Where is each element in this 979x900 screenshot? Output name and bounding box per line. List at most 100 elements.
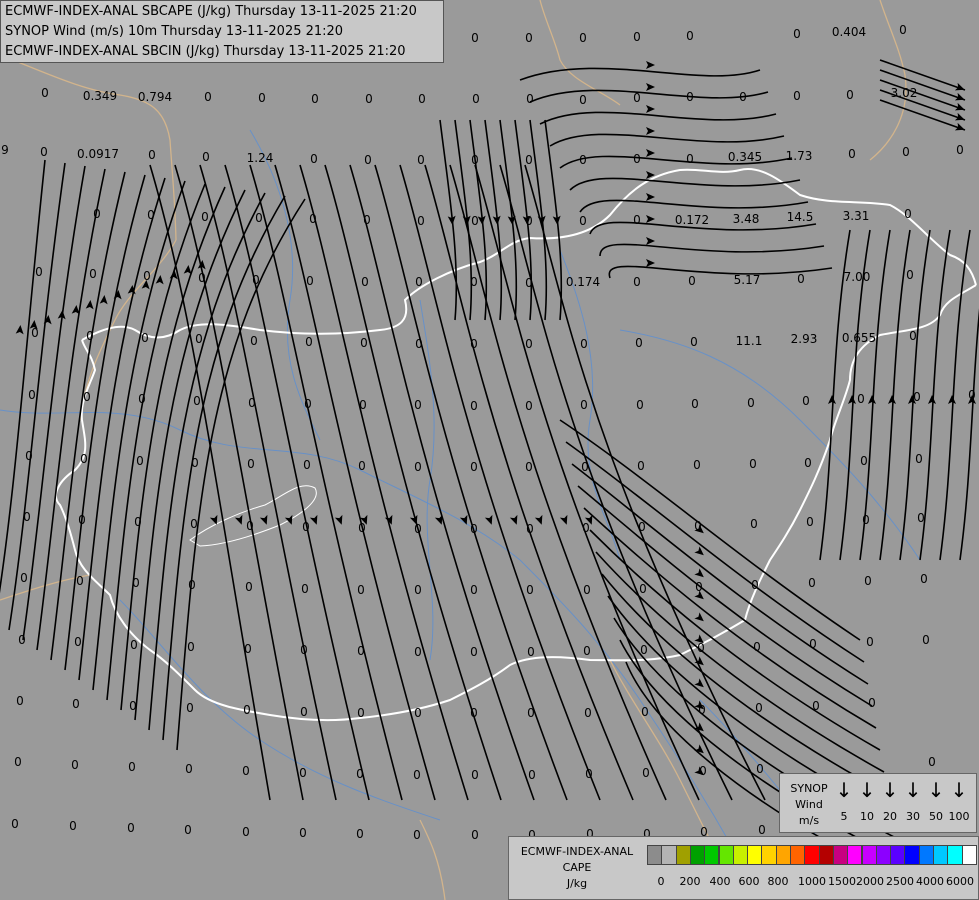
title-box: ECMWF-INDEX-ANAL SBCAPE (J/kg) Thursday …: [0, 0, 444, 63]
cape-color-swatch: [675, 845, 691, 865]
map-value-label: 0: [357, 583, 365, 597]
map-value-label: 0: [638, 520, 646, 534]
title-sbcin: ECMWF-INDEX-ANAL SBCIN (J/kg) Thursday 1…: [5, 44, 406, 59]
map-value-label: 0: [186, 701, 194, 715]
map-value-label: 0: [299, 826, 307, 840]
map-value-label: 0: [699, 764, 707, 778]
map-value-label: 0: [913, 390, 921, 404]
map-value-label: 0: [417, 153, 425, 167]
map-value-label: 2.93: [791, 332, 818, 346]
map-value-label: 0: [255, 211, 263, 225]
map-value-label: 0.404: [832, 25, 866, 39]
cape-tick-label: 400: [709, 875, 731, 888]
map-value-label: 0: [809, 637, 817, 651]
map-value-label: 5.17: [734, 273, 761, 287]
cape-color-swatch: [704, 845, 720, 865]
map-value-label: 0: [848, 147, 856, 161]
cape-tick-label: 800: [767, 875, 789, 888]
cape-color-swatch: [933, 845, 949, 865]
map-value-label: 0: [415, 337, 423, 351]
map-value-label: 0: [357, 706, 365, 720]
cape-color-swatch: [689, 845, 706, 865]
map-value-label: 0: [580, 337, 588, 351]
wind-key-value: 100: [948, 810, 970, 823]
map-value-label: 0: [74, 635, 82, 649]
cape-tick-label: 2000: [856, 875, 884, 888]
map-value-label: 0: [899, 23, 907, 37]
cape-color-swatch: [890, 845, 906, 865]
map-value-label: 0: [470, 275, 478, 289]
map-value-label: 0: [188, 578, 196, 592]
map-value-label: 0: [414, 522, 422, 536]
map-value-label: 0: [147, 208, 155, 222]
cape-tick-label: 600: [738, 875, 760, 888]
wind-key-value: 10: [860, 810, 874, 823]
map-value-label: 0: [415, 275, 423, 289]
map-value-label: 0: [579, 153, 587, 167]
map-value-label: 0: [471, 31, 479, 45]
map-value-label: 0: [248, 396, 256, 410]
map-value-label: 0: [198, 271, 206, 285]
map-value-label: 0: [956, 143, 964, 157]
map-value-label: 0: [242, 825, 250, 839]
map-value-label: 0: [904, 207, 912, 221]
wind-key-value: 20: [883, 810, 897, 823]
map-value-label: 0: [417, 214, 425, 228]
cape-legend-subtitle: CAPE: [562, 861, 592, 874]
map-value-label: 0: [190, 517, 198, 531]
map-value-label: 0: [414, 645, 422, 659]
map-value-label: 0: [130, 638, 138, 652]
wind-key-arrow-icon: ↓: [904, 778, 922, 802]
map-value-label: 0: [471, 214, 479, 228]
map-value-label: 0: [525, 31, 533, 45]
map-value-label: 0: [686, 29, 694, 43]
map-value-label: 0: [525, 153, 533, 167]
cape-color-swatch: [647, 845, 663, 865]
map-value-label: 0: [582, 521, 590, 535]
wind-key-arrow-icon: ↓: [927, 778, 945, 802]
wind-key-value: 30: [906, 810, 920, 823]
map-value-label: 0: [639, 582, 647, 596]
map-value-label: 0: [633, 275, 641, 289]
map-value-label: 0: [360, 336, 368, 350]
map-value-label: 0: [364, 153, 372, 167]
map-value-label: 0: [864, 574, 872, 588]
wind-key-arrow-icon: ↓: [950, 778, 968, 802]
map-value-label: 0.794: [138, 90, 172, 104]
map-value-label: 0: [356, 767, 364, 781]
map-value-label: 0: [806, 515, 814, 529]
wind-legend-units: m/s: [798, 814, 820, 827]
map-value-label: 0.174: [566, 275, 600, 289]
map-value-label: 0: [633, 91, 641, 105]
map-value-label: 0: [968, 388, 976, 402]
map-value-label: 0: [86, 329, 94, 343]
map-value-label: 0: [693, 458, 701, 472]
cape-color-swatch: [832, 845, 849, 865]
map-value-label: 0: [753, 640, 761, 654]
map-value-label: 0: [528, 768, 536, 782]
cape-tick-label: 2500: [886, 875, 914, 888]
map-value-label: 0: [862, 513, 870, 527]
cape-color-swatch: [761, 845, 777, 865]
map-value-label: 0: [470, 583, 478, 597]
map-value-label: 0: [470, 460, 478, 474]
map-value-label: 0: [31, 326, 39, 340]
map-value-label: 0: [14, 755, 22, 769]
map-value-label: 0: [28, 388, 36, 402]
map-value-label: 0: [413, 828, 421, 842]
cape-color-swatch: [718, 845, 734, 865]
map-value-label: 0: [472, 92, 480, 106]
map-value-label: 0: [471, 153, 479, 167]
map-value-label: 0: [758, 823, 766, 837]
map-value-label: 0: [134, 515, 142, 529]
cape-tick-label: 0: [657, 875, 665, 888]
map-value-label: 0: [793, 27, 801, 41]
map-value-label: 0: [69, 819, 77, 833]
map-value-label: 0: [797, 272, 805, 286]
cape-color-swatch: [961, 845, 977, 865]
map-value-label: 0: [418, 92, 426, 106]
wind-legend-subtitle: Wind: [795, 798, 823, 811]
map-value-label: 0: [359, 398, 367, 412]
map-value-label: 0: [747, 396, 755, 410]
map-value-label: 0: [252, 273, 260, 287]
